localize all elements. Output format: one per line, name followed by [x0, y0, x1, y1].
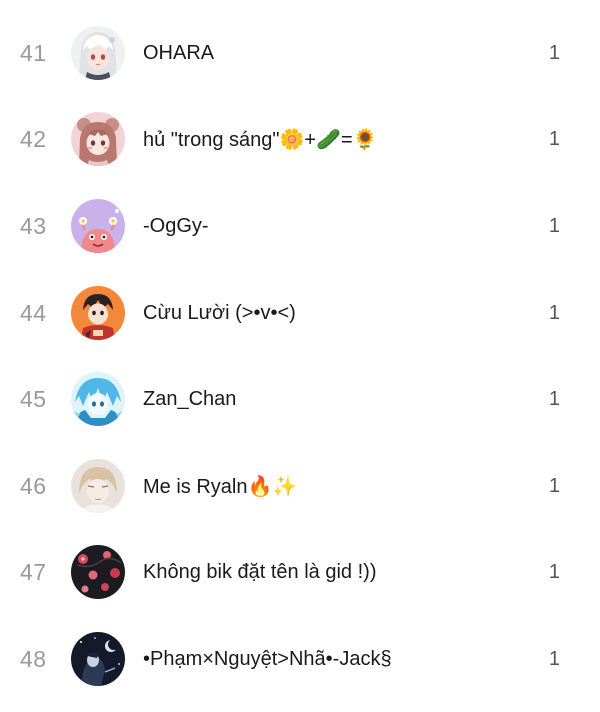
user-avatar[interactable]	[71, 26, 125, 80]
user-name: Cừu Lười (>•v•<)	[143, 301, 296, 324]
list-item[interactable]: 44 Cừu Lười (>•v•<) 1	[0, 273, 600, 353]
user-avatar[interactable]	[71, 199, 125, 253]
user-avatar[interactable]	[71, 286, 125, 340]
rank-number: 46	[20, 472, 47, 499]
rank-number: 42	[20, 125, 47, 152]
leaderboard-list: 41 OHARA 1 42 hủ "trong sáng"🌼+🥒=🌻 1 43 …	[0, 0, 600, 712]
user-name: -OgGy-	[143, 214, 209, 237]
user-avatar[interactable]	[71, 632, 125, 686]
list-item[interactable]: 46 Me is Ryaln🔥✨ 1	[0, 446, 600, 526]
user-count: 1	[548, 127, 560, 150]
user-name: Zan_Chan	[143, 387, 237, 410]
rank-number: 47	[20, 558, 47, 585]
rank-number: 43	[20, 212, 47, 239]
user-name: Me is Ryaln🔥✨	[143, 475, 298, 498]
rank-number: 48	[20, 645, 47, 672]
list-item[interactable]: 47 Không bik đặt tên là gid !)) 1	[0, 532, 600, 612]
user-avatar[interactable]	[71, 372, 125, 426]
user-count: 1	[548, 41, 560, 64]
user-count: 1	[548, 647, 560, 670]
user-name: OHARA	[143, 41, 215, 64]
user-name: •Phạm×Nguyệt>Nhã•-Jack§	[143, 647, 392, 670]
rank-number: 44	[20, 299, 47, 326]
list-item[interactable]: 45 Zan_Chan 1	[0, 359, 600, 439]
user-count: 1	[548, 387, 560, 410]
user-count: 1	[548, 214, 560, 237]
list-item[interactable]: 42 hủ "trong sáng"🌼+🥒=🌻 1	[0, 99, 600, 179]
user-count: 1	[548, 560, 560, 583]
rank-number: 45	[20, 385, 47, 412]
user-avatar[interactable]	[71, 112, 125, 166]
list-item[interactable]: 41 OHARA 1	[0, 13, 600, 93]
user-name: Không bik đặt tên là gid !))	[143, 560, 377, 583]
user-count: 1	[548, 474, 560, 497]
list-item[interactable]: 43 -OgGy- 1	[0, 186, 600, 266]
rank-number: 41	[20, 39, 47, 66]
list-item[interactable]: 48 •Phạm×Nguyệt>Nhã•-Jack§ 1	[0, 619, 600, 699]
user-avatar[interactable]	[71, 545, 125, 599]
user-count: 1	[548, 301, 560, 324]
user-name: hủ "trong sáng"🌼+🥒=🌻	[143, 128, 378, 151]
user-avatar[interactable]	[71, 459, 125, 513]
